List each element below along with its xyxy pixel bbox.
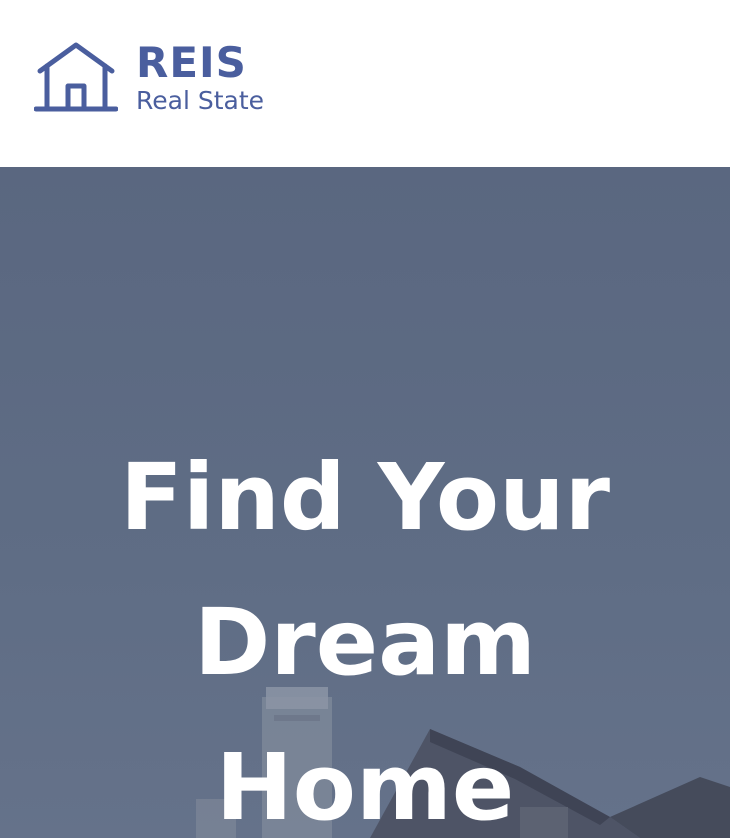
hero-title-line: Home [215,734,515,838]
hero-title-line: Dream [193,589,537,696]
hero-title-line: Find Your [119,444,610,551]
site-header: REIS Real State [0,0,730,167]
brand-tagline: Real State [136,86,265,115]
hero-section: Find Your Dream Home [0,167,730,838]
brand-name: REIS [136,38,247,87]
house-icon [34,42,118,112]
brand-logo-link[interactable]: REIS Real State [34,38,264,116]
hero-title: Find Your Dream Home [0,425,730,838]
brand-text: REIS Real State [136,38,264,116]
